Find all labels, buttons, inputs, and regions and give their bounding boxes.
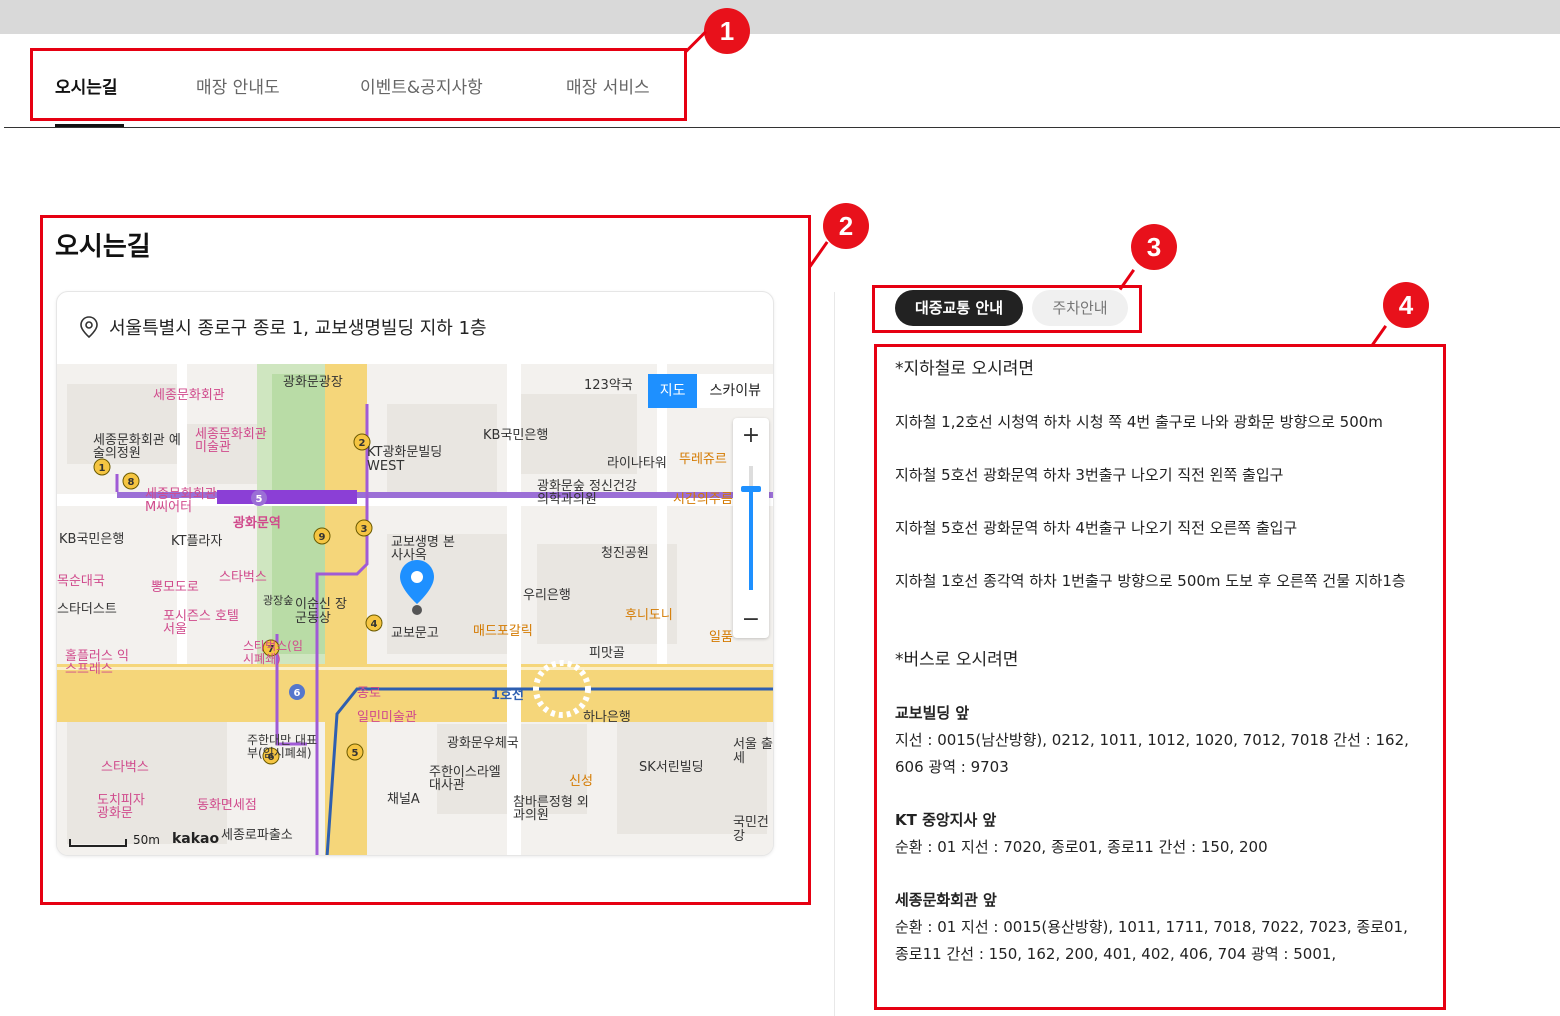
annotation-pointer-2 xyxy=(808,241,829,268)
annotation-badge-1: 1 xyxy=(704,8,750,54)
annotation-badge-2: 2 xyxy=(823,203,869,249)
annotation-box-3 xyxy=(872,285,1142,333)
tab-divider xyxy=(4,127,1560,128)
column-divider xyxy=(834,292,835,1016)
annotation-box-4 xyxy=(874,344,1446,1010)
annotation-box-2 xyxy=(40,215,811,905)
annotation-badge-3: 3 xyxy=(1131,224,1177,270)
top-strip xyxy=(0,0,1560,34)
annotation-box-1 xyxy=(30,48,687,121)
annotation-badge-4: 4 xyxy=(1383,282,1429,328)
